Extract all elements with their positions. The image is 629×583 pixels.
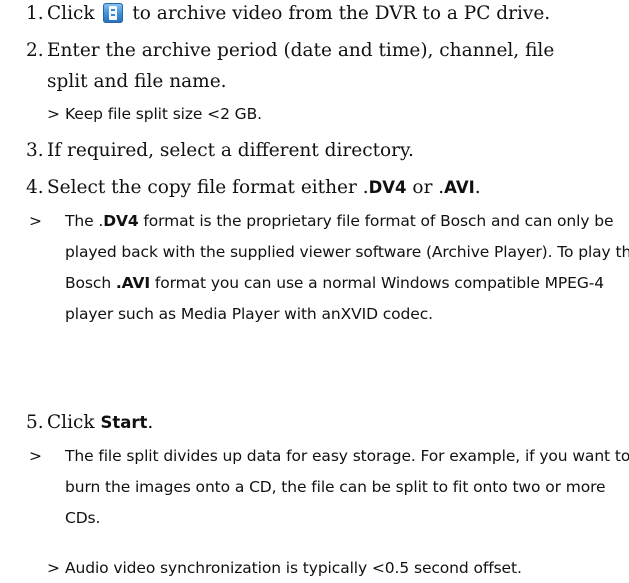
avi-format: .AVI <box>115 274 151 292</box>
dv4-format: DV4 <box>368 178 407 197</box>
step-5-note-2: > Audio video synchronization is typicall… <box>47 558 522 578</box>
note-text: Audio video synchronization is typically… <box>65 559 522 577</box>
step-text: split and file name. <box>47 71 227 92</box>
step-number: 5. <box>26 412 44 433</box>
start-label: Start <box>100 413 148 432</box>
archive-icon <box>103 3 124 23</box>
instruction-page: 1. Click to archive video from the DVR t… <box>0 0 629 583</box>
step-text: If required, select a different director… <box>47 140 414 161</box>
note-text: Keep file split size <2 GB. <box>65 105 262 123</box>
note-text: The file split divides up data for easy … <box>65 447 629 527</box>
step-2-note: > Keep file split size <2 GB. <box>47 104 262 124</box>
step-text: Select the copy file format either . <box>47 177 369 198</box>
step-text: Enter the archive period (date and time)… <box>47 40 555 61</box>
step-number: 3. <box>26 140 44 161</box>
note-marker: > <box>29 212 42 230</box>
note-marker: > <box>47 105 60 123</box>
note-marker: > <box>29 447 42 465</box>
step-number: 2. <box>26 40 44 61</box>
note-marker: > <box>47 559 60 577</box>
step-text: to archive video from the DVR to a PC dr… <box>132 3 551 24</box>
step-text: Click <box>47 3 95 24</box>
dv4-format: DV4 <box>103 212 139 230</box>
step-number: 1. <box>26 3 44 24</box>
step-number: 4. <box>26 177 44 198</box>
step-4-note: > The .DV4 format is the proprietary file… <box>29 206 629 330</box>
avi-format: AVI <box>444 178 475 197</box>
step-5-note-1: > The file split divides up data for easy… <box>29 441 629 534</box>
